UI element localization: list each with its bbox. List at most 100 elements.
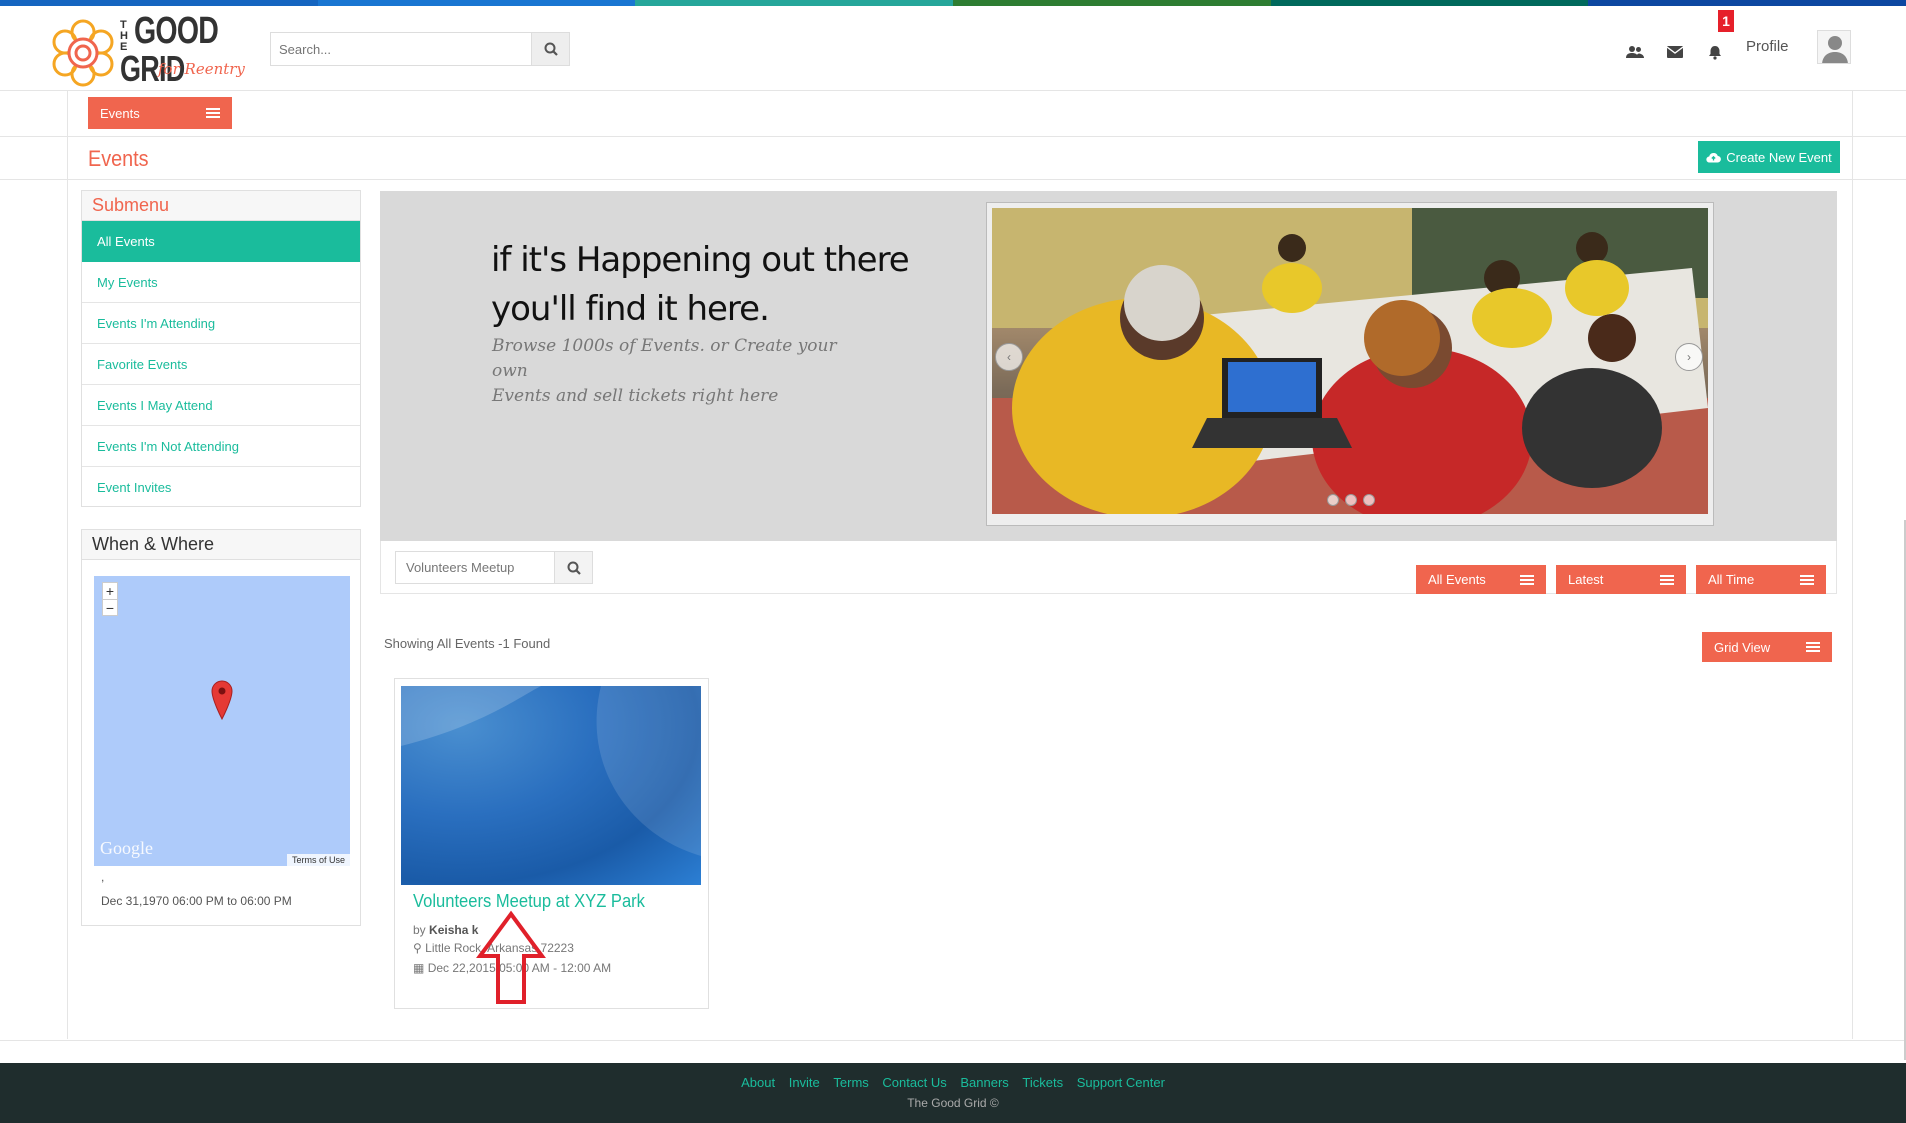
filter-latest-label: Latest	[1568, 572, 1604, 587]
event-address: ,	[101, 870, 105, 884]
submenu-item-attending[interactable]: Events I'm Attending	[82, 303, 360, 344]
event-card[interactable]: Volunteers Meetup at XYZ Park by Keisha …	[394, 678, 709, 1009]
section-events-button[interactable]: Events	[88, 97, 232, 129]
event-map[interactable]: + − Google Terms of Use	[94, 576, 350, 866]
hero-headline: if it's Happening out there you'll find i…	[491, 236, 931, 334]
event-when-date: Dec 31,1970 06:00 PM to 06:00 PM	[101, 894, 292, 908]
event-author-line: by Keisha k	[413, 923, 478, 937]
grid-view-label: Grid View	[1714, 639, 1771, 655]
event-search-button[interactable]	[554, 552, 592, 583]
event-search	[395, 551, 593, 584]
grid-view-button[interactable]: Grid View	[1702, 632, 1832, 662]
submenu-panel: Submenu All Events My Events Events I'm …	[81, 190, 361, 507]
submenu-item-favorite[interactable]: Favorite Events	[82, 344, 360, 385]
notifications-button[interactable]	[1705, 42, 1725, 62]
header-search-button[interactable]	[531, 33, 569, 65]
slider-next-button[interactable]: ›	[1675, 343, 1703, 371]
search-icon	[567, 561, 581, 575]
submenu-item-may-attend[interactable]: Events I May Attend	[82, 385, 360, 426]
list-icon	[206, 108, 220, 118]
hero-sub-2: Events and sell tickets right here	[492, 386, 779, 406]
bell-icon	[1709, 45, 1721, 60]
footer-link-contact[interactable]: Contact Us	[882, 1075, 946, 1090]
section-bar	[0, 91, 1906, 137]
slide-photo-illustration	[992, 208, 1708, 514]
hero-line-1: if it's Happening out there	[491, 240, 910, 280]
chevron-left-icon: ‹	[1007, 350, 1011, 364]
profile-link[interactable]: Profile	[1746, 38, 1789, 55]
footer-link-invite[interactable]: Invite	[789, 1075, 820, 1090]
footer-link-terms[interactable]: Terms	[833, 1075, 868, 1090]
site-logo[interactable]: THE GOOD GRID for Reentry	[48, 12, 268, 90]
flower-logo-icon	[52, 19, 114, 87]
filter-all-events-dropdown[interactable]: All Events	[1416, 565, 1546, 594]
footer-links: About Invite Terms Contact Us Banners Ti…	[0, 1075, 1906, 1090]
create-new-event-button[interactable]: Create New Event	[1698, 141, 1840, 173]
event-card-image-art	[401, 686, 701, 856]
users-icon	[1626, 46, 1644, 58]
logo-tagline: for Reentry	[158, 60, 245, 78]
hero-line-2: you'll find it here.	[491, 289, 770, 329]
results-count: Showing All Events -1 Found	[384, 636, 551, 651]
event-title-link[interactable]: Volunteers Meetup at XYZ Park	[413, 891, 645, 912]
grid-icon	[1806, 642, 1820, 652]
submenu-item-not-attending[interactable]: Events I'm Not Attending	[82, 426, 360, 467]
slide-photo	[992, 208, 1708, 514]
slider-dot-3[interactable]	[1363, 494, 1375, 506]
map-marker-icon: ⚲	[413, 941, 422, 955]
hero-subtext: Browse 1000s of Events. or Create your o…	[492, 334, 852, 409]
footer-link-banners[interactable]: Banners	[960, 1075, 1008, 1090]
list-icon	[1800, 574, 1814, 585]
logo-good: GOOD	[134, 10, 219, 52]
title-bar	[0, 137, 1906, 180]
submenu-item-invites[interactable]: Event Invites	[82, 467, 360, 508]
slider-dot-2[interactable]	[1345, 494, 1357, 506]
search-icon	[544, 42, 558, 56]
chevron-right-icon: ›	[1687, 350, 1691, 364]
filter-all-events-label: All Events	[1428, 572, 1486, 587]
header-search	[270, 32, 570, 66]
slider-dots	[1327, 494, 1375, 506]
map-zoom-control: + −	[102, 582, 118, 616]
event-card-image[interactable]	[401, 686, 701, 885]
event-author[interactable]: Keisha k	[429, 923, 478, 937]
footer-divider	[0, 1040, 1906, 1041]
avatar[interactable]	[1817, 30, 1851, 64]
submenu-title: Submenu	[82, 191, 360, 221]
hero-banner: if it's Happening out there you'll find i…	[380, 191, 1837, 541]
calendar-icon: ▦	[413, 961, 425, 975]
map-zoom-in[interactable]: +	[103, 583, 117, 599]
slider-dot-1[interactable]	[1327, 494, 1339, 506]
messages-button[interactable]	[1665, 42, 1685, 62]
header-search-input[interactable]	[271, 33, 531, 65]
annotation-arrow-icon	[476, 910, 546, 1004]
event-search-input[interactable]	[396, 552, 554, 583]
left-gutter-line	[67, 91, 68, 1039]
event-by: by	[413, 923, 426, 937]
filter-latest-dropdown[interactable]: Latest	[1556, 565, 1686, 594]
map-terms-link[interactable]: Terms of Use	[286, 854, 350, 866]
create-new-event-label: Create New Event	[1726, 149, 1832, 165]
friends-button[interactable]	[1625, 42, 1645, 62]
filter-all-time-label: All Time	[1708, 572, 1755, 587]
footer-link-about[interactable]: About	[741, 1075, 775, 1090]
right-gutter-line	[1852, 91, 1853, 1039]
slider-prev-button[interactable]: ‹	[995, 343, 1023, 371]
page-title: Events	[88, 146, 149, 171]
section-events-label: Events	[100, 105, 140, 121]
when-where-panel: When & Where + − Google Terms of Use , D…	[81, 529, 361, 926]
footer-link-tickets[interactable]: Tickets	[1022, 1075, 1063, 1090]
site-header: THE GOOD GRID for Reentry 1 Profile	[0, 6, 1906, 91]
image-slider: ‹ ›	[986, 202, 1714, 526]
hero-sub-1: Browse 1000s of Events. or Create your o…	[492, 336, 837, 381]
map-zoom-out[interactable]: −	[103, 599, 117, 616]
submenu-item-all-events[interactable]: All Events	[82, 221, 360, 262]
site-footer: About Invite Terms Contact Us Banners Ti…	[0, 1063, 1906, 1123]
map-pin-icon	[211, 680, 233, 720]
filter-all-time-dropdown[interactable]: All Time	[1696, 565, 1826, 594]
list-icon	[1660, 574, 1674, 585]
list-icon	[1520, 574, 1534, 585]
user-silhouette-icon	[1822, 36, 1848, 63]
footer-link-support[interactable]: Support Center	[1077, 1075, 1165, 1090]
submenu-item-my-events[interactable]: My Events	[82, 262, 360, 303]
